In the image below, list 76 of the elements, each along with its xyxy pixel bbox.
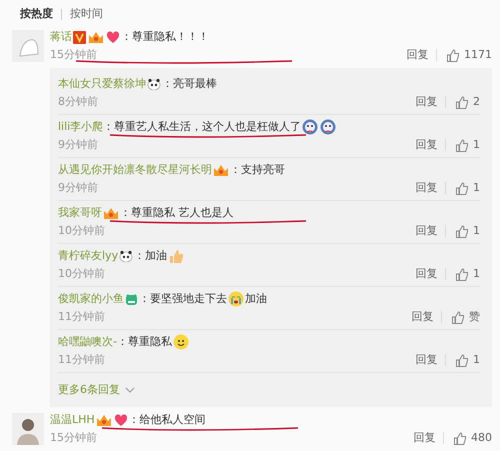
heart-icon — [114, 414, 128, 426]
timestamp: 10分钟前 — [58, 222, 105, 239]
timestamp: 9分钟前 — [58, 180, 98, 196]
like-icon — [455, 354, 470, 366]
reply-link[interactable]: 回复 — [406, 46, 428, 64]
like-button[interactable]: 1 — [454, 266, 480, 282]
user-name[interactable]: 温温LHH — [50, 412, 95, 428]
reply-link[interactable]: 回复 — [415, 222, 438, 240]
timestamp: 11分钟前 — [58, 352, 105, 368]
comment-text: ：尊重隐私！！！ — [121, 28, 209, 45]
timestamp: 15分钟前 — [50, 430, 97, 446]
panda-icon — [147, 78, 161, 90]
like-button[interactable]: 1 — [454, 136, 480, 154]
like-icon — [455, 138, 470, 152]
timestamp: 8分钟前 — [58, 94, 98, 110]
crown-badge-icon — [88, 30, 104, 44]
like-icon — [455, 182, 470, 194]
user-name[interactable]: 从遇见你开始凛冬散尽星河长明 — [58, 162, 212, 178]
like-button[interactable]: 1 — [454, 180, 480, 196]
timestamp: 11分钟前 — [58, 308, 105, 325]
reply-link[interactable]: 回复 — [415, 266, 438, 282]
reply-link[interactable]: 回复 — [415, 180, 438, 196]
heart-icon — [106, 30, 120, 44]
comment-text: 加油 — [245, 290, 267, 307]
comment-text: ：尊重隐私 艺人也是人 — [120, 204, 234, 221]
user-name[interactable]: 青柠碎友lyy — [58, 248, 118, 264]
chevron-down-icon — [125, 386, 135, 394]
like-button[interactable]: 赞 — [450, 308, 480, 326]
comment-text: ：给他私人空间 — [128, 412, 206, 428]
timestamp: 15分钟前 — [50, 46, 97, 63]
user-name[interactable]: 哈嘿鼬噢次- — [58, 334, 117, 350]
sort-tab[interactable]: 按热度 — [12, 6, 61, 22]
like-button[interactable]: 1 — [454, 222, 480, 240]
reply-link[interactable]: 回复 — [413, 430, 436, 446]
like-icon — [446, 48, 460, 62]
crying-face-icon — [228, 291, 244, 307]
like-icon — [455, 224, 470, 238]
thumbs-up-icon — [168, 248, 184, 264]
user-name[interactable]: 本仙女只爱蔡徐坤 — [58, 76, 146, 92]
timestamp: 9分钟前 — [58, 136, 98, 153]
like-button[interactable]: 480 — [452, 430, 492, 446]
user-name[interactable]: 俊凯家的小鱼 — [58, 290, 124, 308]
comment-text: ：尊重隐私 — [116, 334, 172, 350]
reply-link[interactable]: 回复 — [411, 308, 434, 326]
timestamp: 10分钟前 — [58, 266, 105, 282]
crown-badge-icon — [103, 206, 119, 220]
reply-link[interactable]: 回复 — [415, 136, 438, 154]
comment-text: ：要坚强地走下去 — [139, 290, 227, 307]
like-button[interactable]: 1 — [454, 352, 480, 368]
like-button[interactable]: 2 — [454, 94, 480, 110]
crown-badge-icon — [213, 164, 229, 176]
user-name[interactable]: 我家哥呀 — [58, 204, 102, 222]
more-replies-link[interactable]: 更多6条回复 — [58, 373, 136, 407]
vip-badge-icon — [73, 30, 86, 44]
crown-badge-icon — [96, 414, 112, 426]
reply-link[interactable]: 回复 — [415, 352, 438, 368]
smiley-icon — [172, 334, 189, 350]
like-icon — [451, 310, 466, 324]
like-icon — [453, 432, 468, 444]
comment-text: ：支持亮哥 — [230, 162, 285, 178]
monster-icon — [125, 292, 138, 306]
like-icon — [455, 268, 470, 280]
like-icon — [455, 96, 470, 108]
user-name[interactable]: lili李小爬 — [58, 118, 104, 136]
crying-face-icon — [320, 119, 336, 135]
user-name[interactable]: 蒋话 — [50, 28, 72, 46]
comment-text: ：亮哥最棒 — [162, 76, 217, 92]
panda-icon — [119, 250, 134, 262]
sort-tab[interactable]: 按时间 — [62, 6, 111, 22]
comment-text: ：尊重艺人私生活，这个人也是枉做人了 — [103, 118, 302, 135]
reply-link[interactable]: 回复 — [415, 94, 438, 110]
avatar-icon — [12, 30, 44, 62]
comment-text: ：加油 — [134, 248, 168, 264]
like-button[interactable]: 1171 — [445, 46, 492, 64]
crying-face-icon — [302, 119, 318, 135]
avatar-icon — [12, 413, 44, 445]
